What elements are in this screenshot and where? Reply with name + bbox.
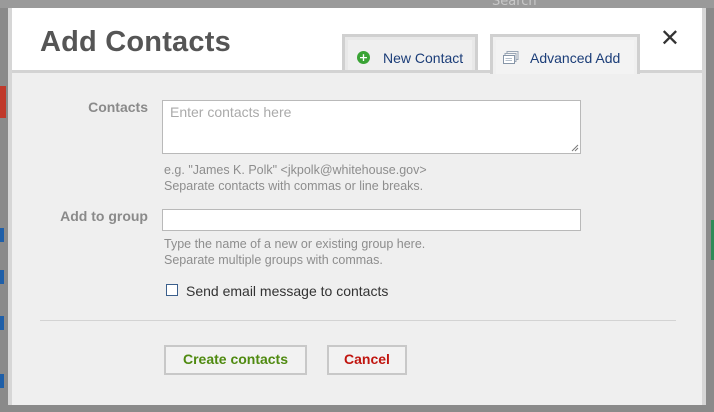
tab-new-contact-label: New Contact [383, 50, 464, 66]
add-to-group-label: Add to group [60, 208, 148, 224]
background-link-marker [0, 316, 4, 330]
tab-advanced-add[interactable]: Advanced Add [490, 34, 640, 74]
dialog-title: Add Contacts [40, 26, 231, 58]
send-email-checkbox[interactable] [166, 284, 178, 296]
background-page-top [0, 0, 714, 8]
background-red-marker [0, 86, 6, 118]
tab-advanced-add-label: Advanced Add [530, 50, 621, 66]
dialog-header: Add Contacts + New Contact Advanced Add … [12, 8, 702, 74]
create-contacts-button[interactable]: Create contacts [164, 345, 307, 375]
background-link-marker [0, 228, 4, 242]
cancel-button[interactable]: Cancel [327, 345, 407, 375]
contacts-textarea[interactable]: Enter contacts here [162, 100, 581, 154]
contacts-hint-example: e.g. "James K. Polk" <jkpolk@whitehouse.… [164, 163, 427, 177]
dialog-body: Add Contacts + New Contact Advanced Add … [12, 8, 702, 405]
send-email-label[interactable]: Send email message to contacts [186, 283, 388, 299]
contacts-placeholder: Enter contacts here [170, 104, 292, 120]
tab-new-contact[interactable]: + New Contact [342, 34, 478, 70]
tab-advanced-add-face: Advanced Add [496, 40, 634, 74]
group-hint-name: Type the name of a new or existing group… [164, 237, 426, 251]
contacts-hint-separator: Separate contacts with commas or line br… [164, 179, 424, 193]
close-icon[interactable]: ✕ [660, 26, 680, 50]
add-to-group-input[interactable] [162, 209, 581, 231]
contact-cards-icon [503, 51, 519, 64]
add-contacts-dialog: Add Contacts + New Contact Advanced Add … [8, 8, 706, 405]
tab-new-contact-face: + New Contact [348, 40, 472, 70]
background-link-marker [0, 270, 4, 284]
plus-circle-icon: + [357, 51, 370, 64]
group-hint-separator: Separate multiple groups with commas. [164, 253, 383, 267]
divider [40, 320, 676, 321]
contacts-label: Contacts [88, 99, 148, 115]
background-link-marker [0, 374, 4, 388]
resize-grip-icon[interactable] [571, 144, 579, 152]
